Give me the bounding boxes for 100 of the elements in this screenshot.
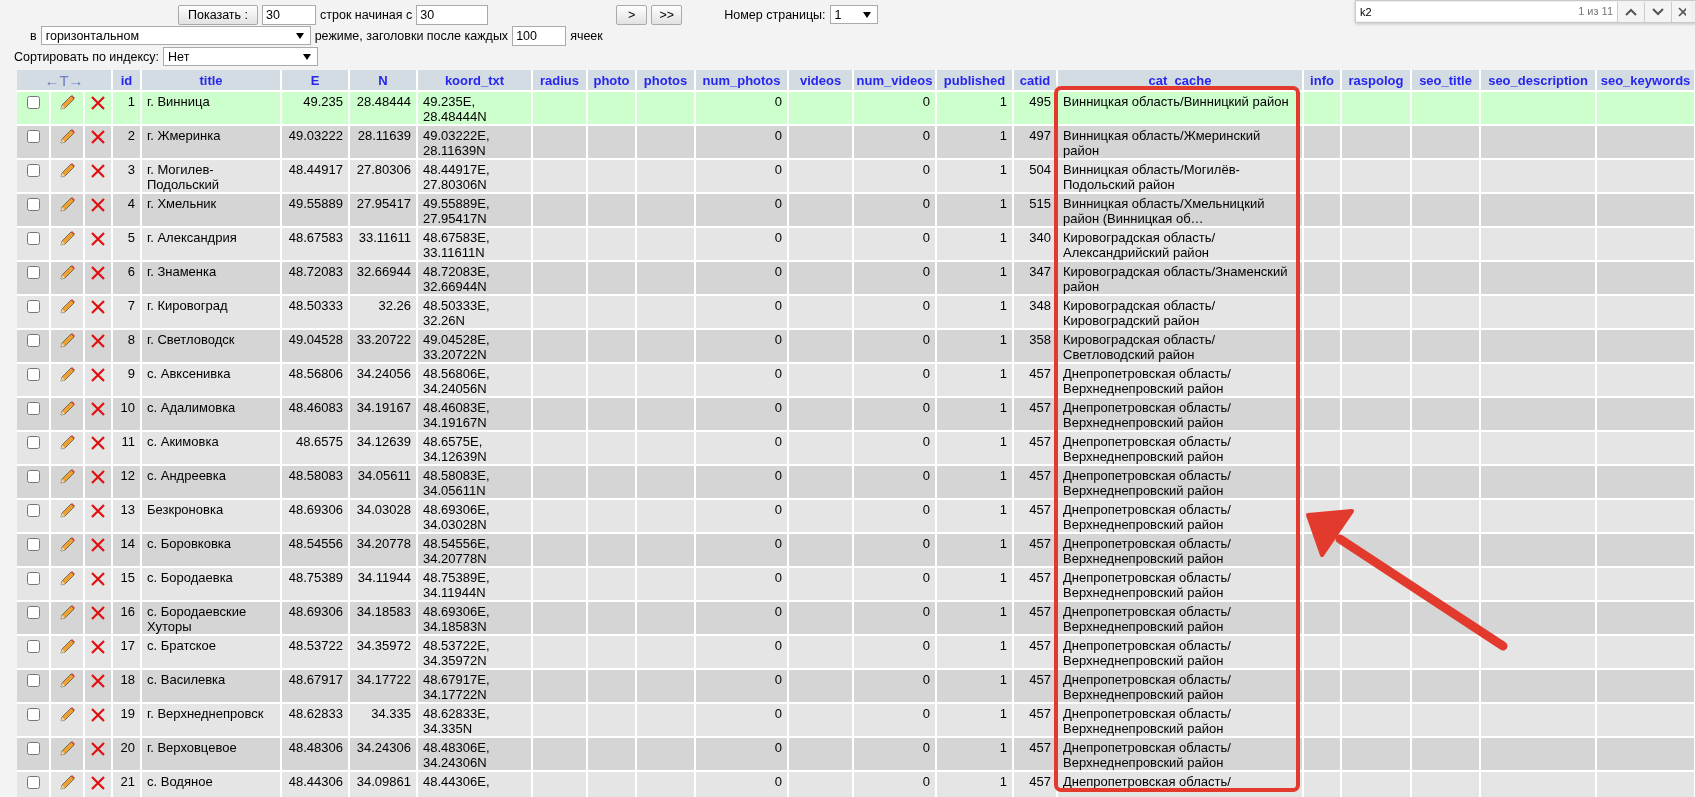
table-cell: 48.62833: [281, 703, 349, 737]
delete-icon[interactable]: [89, 468, 107, 486]
column-header[interactable]: videos: [788, 70, 853, 91]
column-header[interactable]: num_photos: [695, 70, 788, 91]
last-page-button[interactable]: >>: [651, 4, 683, 25]
delete-icon[interactable]: [89, 740, 107, 758]
row-checkbox[interactable]: [26, 402, 40, 415]
row-checkbox[interactable]: [26, 708, 40, 721]
column-header[interactable]: seo_title: [1411, 70, 1480, 91]
column-header[interactable]: seo_keywords: [1596, 70, 1695, 91]
row-checkbox[interactable]: [26, 674, 40, 687]
column-header[interactable]: title: [141, 70, 281, 91]
edit-icon[interactable]: [58, 604, 76, 622]
column-header[interactable]: koord_txt: [417, 70, 532, 91]
delete-icon[interactable]: [89, 332, 107, 350]
edit-icon[interactable]: [58, 706, 76, 724]
delete-icon[interactable]: [89, 706, 107, 724]
column-header[interactable]: seo_description: [1480, 70, 1596, 91]
delete-icon[interactable]: [89, 94, 107, 112]
edit-icon[interactable]: [58, 740, 76, 758]
find-field[interactable]: k2: [1356, 2, 1564, 21]
row-checkbox[interactable]: [26, 164, 40, 177]
row-checkbox[interactable]: [26, 334, 40, 347]
row-checkbox[interactable]: [26, 436, 40, 449]
row-checkbox[interactable]: [26, 470, 40, 483]
row-checkbox[interactable]: [26, 232, 40, 245]
edit-icon[interactable]: [58, 400, 76, 418]
sort-label: Сортировать по индексу:: [14, 49, 160, 64]
row-checkbox[interactable]: [26, 266, 40, 279]
delete-icon[interactable]: [89, 434, 107, 452]
edit-icon[interactable]: [58, 94, 76, 112]
delete-icon[interactable]: [89, 366, 107, 384]
delete-icon[interactable]: [89, 400, 107, 418]
delete-icon[interactable]: [89, 774, 107, 792]
delete-icon[interactable]: [89, 264, 107, 282]
row-checkbox[interactable]: [26, 606, 40, 619]
edit-icon[interactable]: [58, 468, 76, 486]
column-header[interactable]: E: [281, 70, 349, 91]
row-checkbox[interactable]: [26, 640, 40, 653]
delete-icon[interactable]: [89, 570, 107, 588]
table-cell: 49.04528: [281, 329, 349, 363]
edit-icon[interactable]: [58, 502, 76, 520]
delete-icon[interactable]: [89, 128, 107, 146]
column-header[interactable]: published: [936, 70, 1013, 91]
delete-icon[interactable]: [89, 638, 107, 656]
delete-icon[interactable]: [89, 196, 107, 214]
start-row-field[interactable]: 30: [416, 4, 489, 25]
next-page-button[interactable]: >: [616, 4, 648, 25]
column-header[interactable]: photos: [636, 70, 695, 91]
table-cell: 0: [853, 227, 936, 261]
page-select[interactable]: 1: [829, 5, 878, 24]
sort-select[interactable]: Нет: [163, 47, 319, 66]
column-header[interactable]: catid: [1013, 70, 1057, 91]
edit-icon[interactable]: [58, 298, 76, 316]
delete-icon[interactable]: [89, 502, 107, 520]
show-button[interactable]: Показать :: [178, 4, 258, 25]
close-button[interactable]: [1671, 1, 1691, 22]
row-checkbox[interactable]: [26, 504, 40, 517]
row-checkbox[interactable]: [26, 198, 40, 211]
edit-icon[interactable]: [58, 774, 76, 792]
delete-icon[interactable]: [89, 298, 107, 316]
edit-icon[interactable]: [58, 638, 76, 656]
column-header[interactable]: radius: [532, 70, 587, 91]
table-cell: [1341, 363, 1411, 397]
edit-icon[interactable]: [58, 230, 76, 248]
delete-icon[interactable]: [89, 604, 107, 622]
row-checkbox[interactable]: [26, 130, 40, 143]
edit-icon[interactable]: [58, 332, 76, 350]
row-checkbox[interactable]: [26, 538, 40, 551]
edit-icon[interactable]: [58, 196, 76, 214]
row-checkbox[interactable]: [26, 368, 40, 381]
column-header[interactable]: N: [349, 70, 417, 91]
repeat-cells-field[interactable]: 100: [512, 25, 567, 46]
column-header[interactable]: raspolog: [1341, 70, 1411, 91]
column-header[interactable]: id: [112, 70, 141, 91]
edit-icon[interactable]: [58, 162, 76, 180]
edit-icon[interactable]: [58, 536, 76, 554]
mode-select[interactable]: горизонтальном: [40, 26, 311, 45]
delete-icon[interactable]: [89, 230, 107, 248]
delete-icon[interactable]: [89, 672, 107, 690]
edit-icon[interactable]: [58, 672, 76, 690]
column-header[interactable]: num_videos: [853, 70, 936, 91]
column-header[interactable]: photo: [587, 70, 636, 91]
column-header[interactable]: info: [1303, 70, 1341, 91]
row-checkbox[interactable]: [26, 776, 40, 789]
delete-icon[interactable]: [89, 162, 107, 180]
delete-icon[interactable]: [89, 536, 107, 554]
row-checkbox[interactable]: [26, 572, 40, 585]
next-match-button[interactable]: [1644, 1, 1671, 22]
row-checkbox[interactable]: [26, 742, 40, 755]
edit-icon[interactable]: [58, 128, 76, 146]
rows-count-field[interactable]: 30: [262, 4, 316, 25]
edit-icon[interactable]: [58, 264, 76, 282]
edit-icon[interactable]: [58, 570, 76, 588]
previous-match-button[interactable]: [1617, 1, 1644, 22]
edit-icon[interactable]: [58, 366, 76, 384]
table-cell: [636, 431, 695, 465]
row-checkbox[interactable]: [26, 300, 40, 313]
edit-icon[interactable]: [58, 434, 76, 452]
row-checkbox[interactable]: [26, 96, 40, 109]
